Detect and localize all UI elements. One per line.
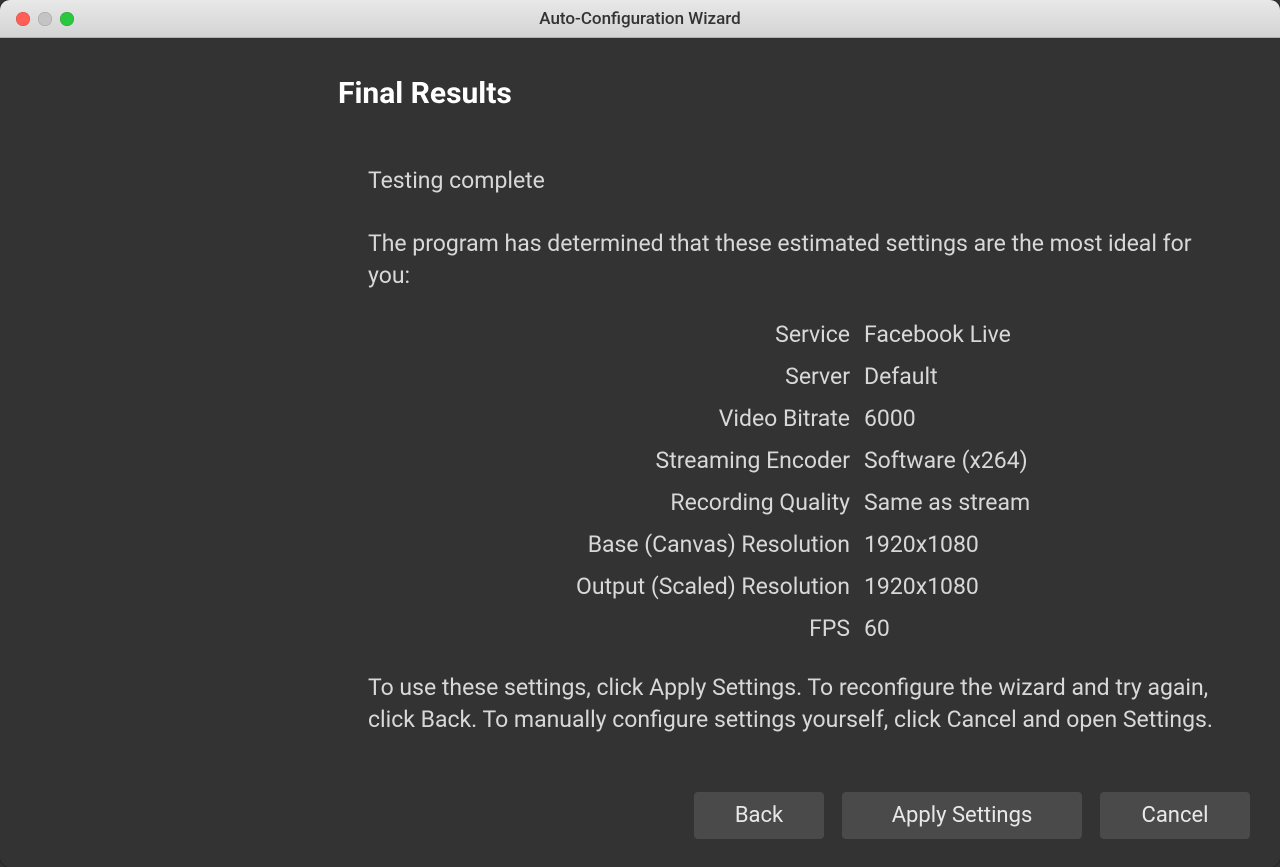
setting-label-video-bitrate: Video Bitrate [368,405,850,432]
setting-value-fps: 60 [864,615,1220,642]
body-area: Testing complete The program has determi… [368,167,1220,792]
setting-label-fps: FPS [368,615,850,642]
setting-label-service: Service [368,321,850,348]
cancel-button[interactable]: Cancel [1100,792,1250,839]
minimize-icon[interactable] [38,12,52,26]
close-icon[interactable] [16,12,30,26]
footer-text: To use these settings, click Apply Setti… [368,672,1220,735]
setting-value-recording-quality: Same as stream [864,489,1220,516]
traffic-lights [16,12,74,26]
setting-value-video-bitrate: 6000 [864,405,1220,432]
setting-label-recording-quality: Recording Quality [368,489,850,516]
apply-settings-button[interactable]: Apply Settings [842,792,1082,839]
setting-value-service: Facebook Live [864,321,1220,348]
back-button[interactable]: Back [694,792,824,839]
status-text: Testing complete [368,167,1220,194]
titlebar: Auto-Configuration Wizard [0,0,1280,38]
setting-value-streaming-encoder: Software (x264) [864,447,1220,474]
setting-value-server: Default [864,363,1220,390]
intro-text: The program has determined that these es… [368,228,1220,291]
setting-label-base-resolution: Base (Canvas) Resolution [368,531,850,558]
setting-label-output-resolution: Output (Scaled) Resolution [368,573,850,600]
setting-label-server: Server [368,363,850,390]
maximize-icon[interactable] [60,12,74,26]
wizard-window: Auto-Configuration Wizard Final Results … [0,0,1280,867]
settings-table: Service Facebook Live Server Default Vid… [368,321,1220,642]
window-title: Auto-Configuration Wizard [0,9,1280,29]
button-bar: Back Apply Settings Cancel [0,792,1280,867]
page-title: Final Results [338,76,1280,111]
setting-value-base-resolution: 1920x1080 [864,531,1220,558]
content-area: Final Results Testing complete The progr… [0,38,1280,867]
setting-value-output-resolution: 1920x1080 [864,573,1220,600]
setting-label-streaming-encoder: Streaming Encoder [368,447,850,474]
